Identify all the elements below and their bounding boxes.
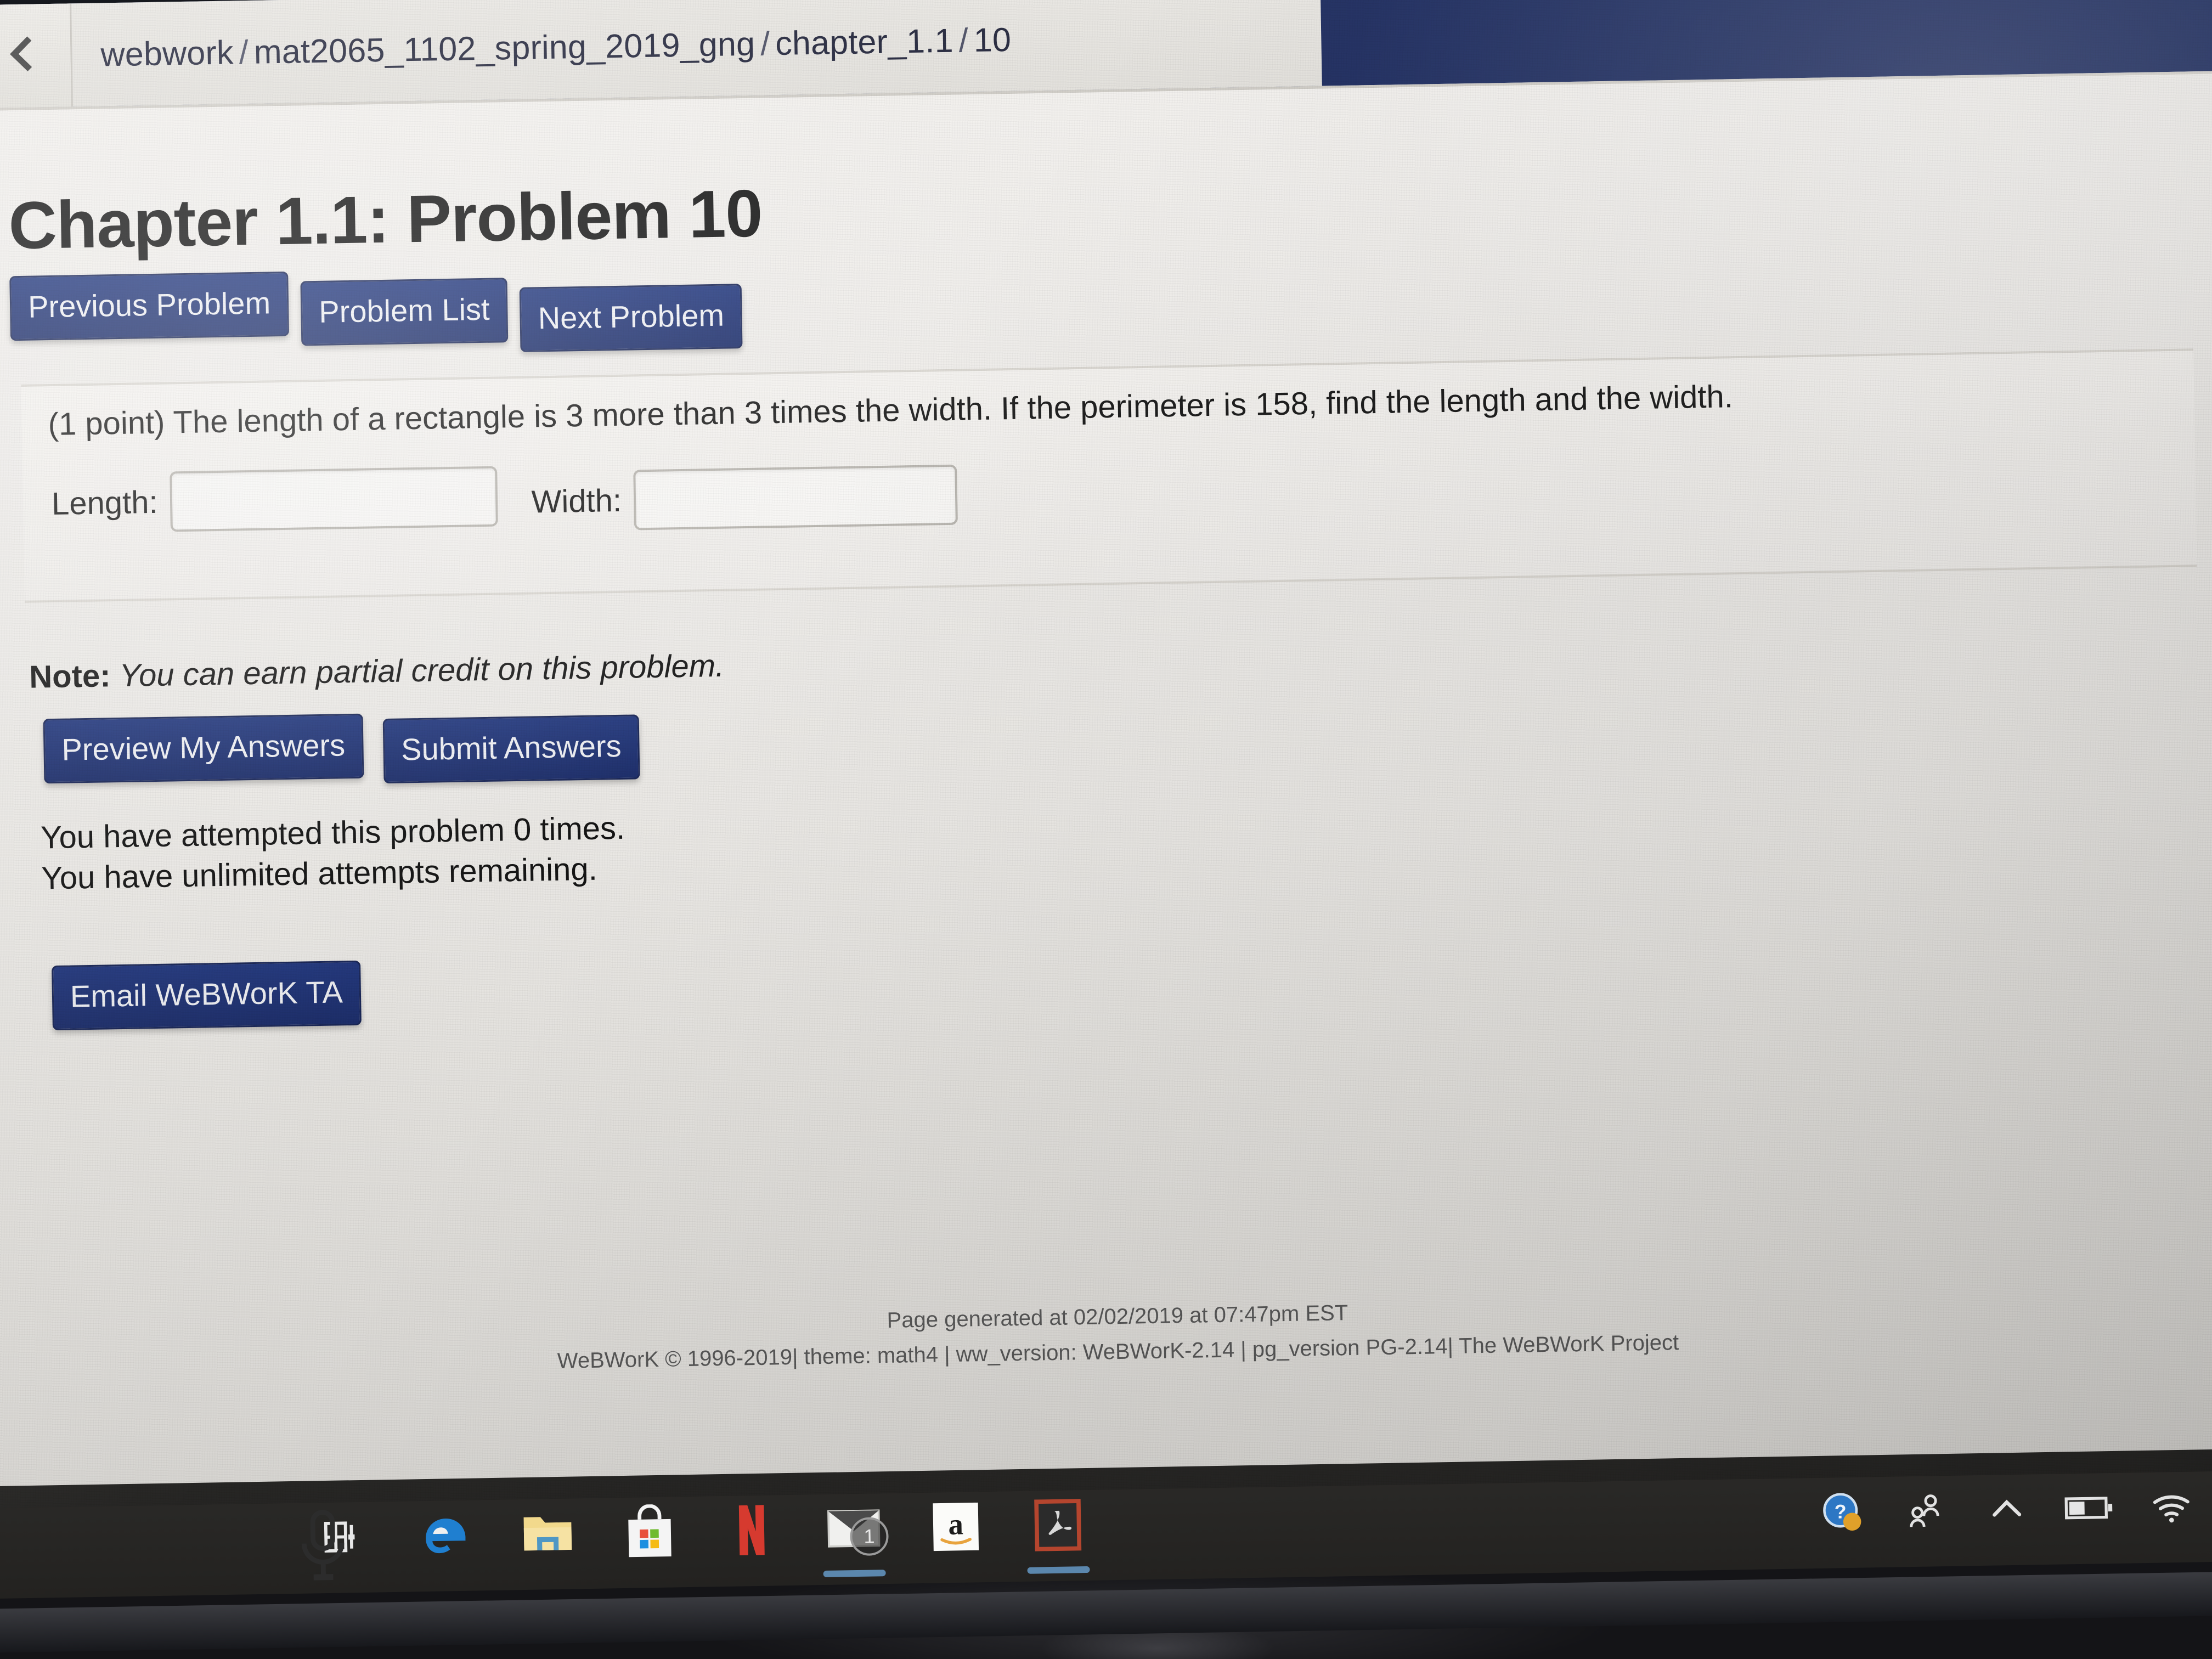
help-button[interactable]: ? xyxy=(1800,1455,1884,1568)
battery-button[interactable] xyxy=(2047,1451,2131,1564)
email-webwork-ta-button[interactable]: Email WeBWorK TA xyxy=(52,960,362,1031)
battery-icon xyxy=(2064,1496,2113,1519)
page-title: Chapter 1.1: Problem 10 xyxy=(8,176,763,263)
submit-row: Preview My Answers Submit Answers xyxy=(43,709,640,789)
show-hidden-icons-button[interactable] xyxy=(1965,1452,2049,1566)
wifi-button[interactable] xyxy=(2129,1449,2212,1563)
width-input[interactable] xyxy=(633,464,958,531)
breadcrumb-course[interactable]: mat2065_1102_spring_2019_gng xyxy=(253,25,755,71)
microsoft-store-button[interactable] xyxy=(598,1475,702,1589)
note-text: You can earn partial credit on this prob… xyxy=(119,647,725,694)
adobe-acrobat-icon xyxy=(1034,1498,1082,1551)
netflix-icon xyxy=(738,1504,765,1555)
answer-row: Length: Width: xyxy=(51,453,958,540)
breadcrumb-problem[interactable]: 10 xyxy=(973,21,1011,59)
width-label: Width: xyxy=(531,482,622,520)
next-problem-button[interactable]: Next Problem xyxy=(519,284,743,352)
system-tray: ? xyxy=(1800,1449,2212,1568)
problem-list-button[interactable]: Problem List xyxy=(300,278,509,346)
back-button[interactable] xyxy=(0,3,74,109)
attempts-status: You have attempted this problem 0 times.… xyxy=(41,808,626,899)
show-hidden-icons-chevron xyxy=(1993,1499,2022,1517)
email-row: Email WeBWorK TA xyxy=(52,960,362,1031)
microsoft-store-icon xyxy=(628,1504,672,1557)
mail-button[interactable]: 1 xyxy=(802,1471,906,1585)
webwork-page: Chapter 1.1: Problem 10 Previous Problem… xyxy=(0,74,2212,1508)
breadcrumb-root[interactable]: webwork xyxy=(100,33,234,73)
problem-nav-row: Previous Problem Problem List Next Probl… xyxy=(9,264,743,360)
adobe-acrobat-button[interactable] xyxy=(1006,1468,1110,1582)
laptop-screen: webwork / mat2065_1102_spring_2019_gng / cha… xyxy=(0,0,2212,1599)
amazon-icon: a xyxy=(933,1502,979,1551)
microphone-button[interactable] xyxy=(292,1506,359,1595)
file-explorer-button[interactable] xyxy=(496,1476,600,1590)
previous-problem-button[interactable]: Previous Problem xyxy=(9,271,290,341)
page-footer: Page generated at 02/02/2019 at 07:47pm … xyxy=(0,1280,2212,1388)
length-label: Length: xyxy=(51,484,159,522)
problem-statement: (1 point) The length of a rectangle is 3… xyxy=(48,379,1734,443)
breadcrumb-chapter[interactable]: chapter_1.1 xyxy=(775,22,953,62)
chevron-left-icon xyxy=(9,35,33,78)
taskbar-items: 1 a xyxy=(292,1468,1110,1594)
note-prefix: Note: xyxy=(29,658,111,695)
photograph-of-laptop-screen: webwork / mat2065_1102_spring_2019_gng / cha… xyxy=(0,0,2212,1659)
edge-button[interactable] xyxy=(394,1478,498,1592)
length-input[interactable] xyxy=(169,466,498,532)
svg-text:a: a xyxy=(948,1507,963,1541)
partial-credit-note: Note: You can earn partial credit on thi… xyxy=(29,647,725,696)
amazon-button[interactable]: a xyxy=(904,1469,1008,1583)
file-explorer-icon xyxy=(523,1516,572,1550)
netflix-button[interactable] xyxy=(700,1473,804,1587)
people-icon xyxy=(1910,1494,1939,1527)
submit-answers-button[interactable]: Submit Answers xyxy=(382,714,640,784)
help-icon: ? xyxy=(1823,1492,1861,1531)
preview-my-answers-button[interactable]: Preview My Answers xyxy=(43,713,364,784)
microphone-icon xyxy=(301,1510,345,1581)
breadcrumb-separator-3: / xyxy=(958,21,969,59)
problem-panel: (1 point) The length of a rectangle is 3… xyxy=(21,348,2197,603)
breadcrumb-separator-1: / xyxy=(239,33,249,71)
people-button[interactable] xyxy=(1882,1453,1966,1567)
breadcrumb-separator-2: / xyxy=(760,25,770,63)
edge-icon xyxy=(426,1518,466,1553)
breadcrumb: webwork / mat2065_1102_spring_2019_gng / cha… xyxy=(72,20,1012,74)
wifi-icon xyxy=(2153,1495,2190,1522)
